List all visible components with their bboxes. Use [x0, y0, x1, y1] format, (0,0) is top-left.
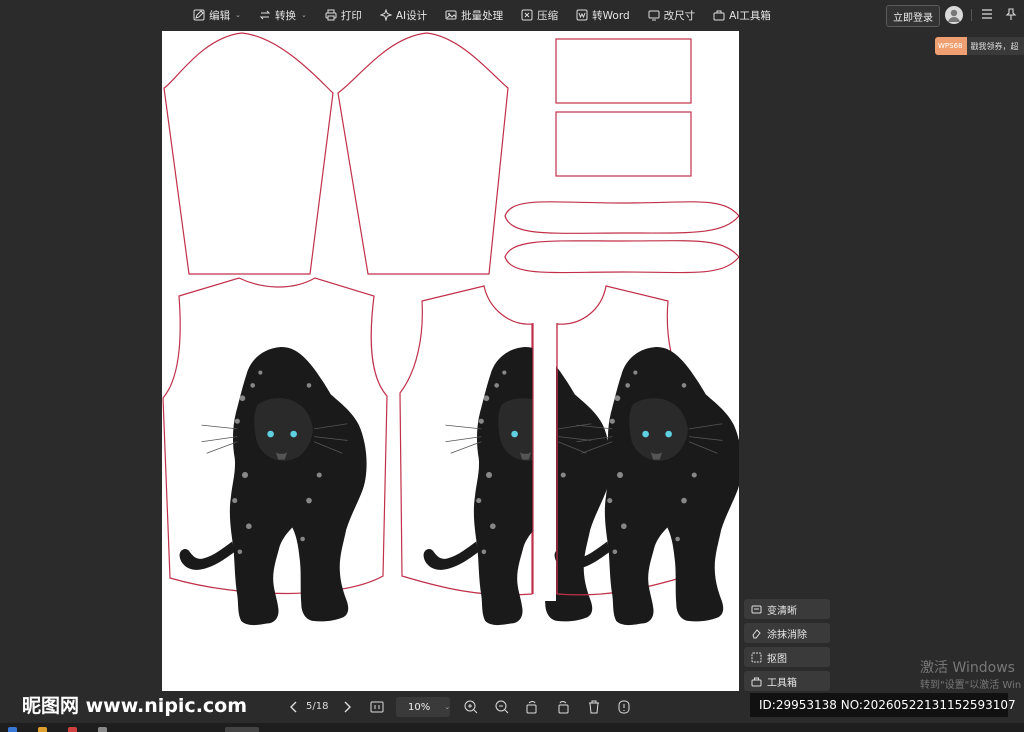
toolbar-ai-toolbox[interactable]: AI工具箱 — [705, 3, 779, 27]
toolbar-group: 编辑 ⌄ 转换 ⌄ 打印 AI设计 批量处理 压缩 转Word 改尺寸 AI工具… — [185, 3, 779, 27]
pattern-piece-sleeve-right — [337, 32, 509, 275]
toolbar-ai-design-label: AI设计 — [395, 9, 428, 22]
top-toolbar: 编辑 ⌄ 转换 ⌄ 打印 AI设计 批量处理 压缩 转Word 改尺寸 AI工具… — [0, 0, 1024, 30]
fit-page-icon[interactable] — [369, 699, 385, 715]
document-page — [162, 31, 739, 691]
cutout-icon — [751, 652, 762, 662]
taskbar-app-icon[interactable] — [225, 727, 259, 732]
pattern-piece-pocket-top — [555, 38, 692, 104]
toolbox-icon — [751, 677, 762, 686]
login-button[interactable]: 立即登录 — [886, 5, 940, 27]
pattern-piece-band-top — [504, 201, 739, 234]
taskbar-app-icon[interactable] — [8, 727, 17, 732]
taskbar-app-icon[interactable] — [68, 727, 77, 732]
delete-icon[interactable] — [586, 699, 602, 715]
toolbar-edit[interactable]: 编辑 ⌄ — [185, 3, 249, 27]
toolbar-convert-label: 转换 — [274, 9, 296, 22]
windows-watermark-subtitle: 转到"设置"以激活 Win — [920, 680, 1022, 691]
enhance-label: 变清晰 — [767, 605, 797, 617]
pin-icon[interactable] — [1004, 7, 1018, 21]
pattern-piece-sleeve-left — [163, 32, 334, 275]
eraser-label: 涂抹消除 — [767, 629, 807, 641]
zoom-in-icon[interactable] — [463, 699, 479, 715]
toolbox-label: 工具箱 — [767, 677, 797, 689]
compress-icon — [521, 9, 533, 21]
zoom-value: 10% — [408, 701, 431, 713]
eraser-button[interactable]: 涂抹消除 — [744, 623, 830, 643]
pattern-artwork — [162, 32, 739, 626]
rotate-right-icon[interactable] — [555, 699, 571, 715]
toolbar-print-label: 打印 — [340, 9, 362, 22]
toolbar-compress-label: 压缩 — [537, 9, 559, 22]
previous-page-button[interactable] — [287, 700, 301, 714]
promo-text: 戳我领券，超 — [966, 37, 1024, 55]
cutout-button[interactable]: 抠图 — [744, 647, 830, 667]
menu-icon[interactable] — [980, 7, 994, 21]
info-icon[interactable] — [616, 699, 632, 715]
enhance-icon — [751, 605, 762, 613]
image-id-label: ID:29953138 NO:20260522131152593107 — [750, 693, 1016, 717]
ai-design-icon — [379, 9, 392, 21]
pattern-mask — [533, 331, 556, 601]
toolbar-batch[interactable]: 批量处理 — [437, 3, 511, 27]
chevron-down-icon: ⌄ — [444, 703, 451, 711]
cutout-label: 抠图 — [767, 653, 787, 665]
pattern-piece-pocket-bottom — [555, 111, 692, 177]
toolbar-ai-toolbox-label: AI工具箱 — [729, 9, 771, 22]
user-icon — [948, 9, 960, 22]
site-watermark: 昵图网 www.nipic.com — [22, 695, 248, 717]
promo-tag: WPS68 — [935, 37, 967, 55]
page-indicator: 5/18 — [306, 701, 329, 712]
rotate-left-icon[interactable] — [524, 699, 540, 715]
zoom-out-icon[interactable] — [494, 699, 510, 715]
pattern-piece-band-bottom — [504, 240, 739, 274]
zoom-select[interactable]: 10% ⌄ — [396, 697, 450, 717]
chevron-down-icon: ⌄ — [235, 11, 241, 19]
divider — [971, 9, 972, 21]
promo-banner[interactable]: WPS68 戳我领券，超 — [935, 37, 1024, 55]
word-icon — [576, 9, 588, 21]
taskbar-app-icon[interactable] — [38, 727, 47, 732]
toolbar-compress[interactable]: 压缩 — [513, 3, 566, 27]
toolbar-resize[interactable]: 改尺寸 — [640, 3, 704, 27]
toolbar-resize-label: 改尺寸 — [663, 9, 696, 22]
toolbar-word-label: 转Word — [592, 9, 630, 22]
windows-watermark-title: 激活 Windows — [920, 660, 1015, 676]
panther-print-back-left — [423, 346, 611, 626]
resize-icon — [648, 10, 660, 21]
ai-toolbox-icon — [713, 10, 725, 21]
panther-print-front — [179, 346, 367, 626]
avatar[interactable] — [945, 6, 963, 24]
taskbar-app-icon[interactable] — [98, 727, 107, 732]
batch-icon — [445, 10, 457, 20]
toolbox-button[interactable]: 工具箱 — [744, 671, 830, 691]
print-icon — [325, 9, 337, 21]
toolbar-batch-label: 批量处理 — [461, 9, 504, 22]
convert-icon — [259, 10, 271, 20]
eraser-icon — [752, 628, 761, 638]
next-page-button[interactable] — [340, 700, 354, 714]
edit-icon — [193, 9, 205, 21]
chevron-down-icon: ⌄ — [300, 11, 307, 19]
toolbar-convert[interactable]: 转换 ⌄ — [251, 3, 315, 27]
toolbar-edit-label: 编辑 — [209, 9, 231, 22]
taskbar — [0, 723, 1024, 732]
toolbar-print[interactable]: 打印 — [317, 3, 370, 27]
enhance-button[interactable]: 变清晰 — [744, 599, 830, 619]
toolbar-word[interactable]: 转Word — [568, 3, 638, 27]
toolbar-ai-design[interactable]: AI设计 — [372, 3, 435, 27]
